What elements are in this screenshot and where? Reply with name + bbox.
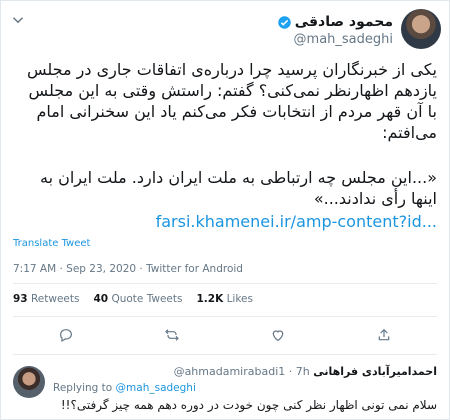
divider <box>13 354 437 355</box>
reply-author-handle[interactable]: @ahmadamirabadi1 <box>174 365 286 378</box>
divider <box>13 283 437 284</box>
tweet-actions <box>13 326 437 344</box>
tweet-text: یکی از خبرنگاران پرسید چرا درباره‌ی اتفا… <box>13 59 437 143</box>
author-name[interactable]: محمود صادقی <box>295 14 393 30</box>
share-icon[interactable] <box>376 327 392 343</box>
reply-header: احمدامیرآبادی فراهانی @ahmadamirabadi1 ·… <box>173 365 437 378</box>
author-name-row[interactable]: محمود صادقی <box>277 14 393 30</box>
author-handle[interactable]: @mah_sadeghi <box>277 32 393 47</box>
likes-count: 1.2K <box>196 293 224 305</box>
replying-to: Replying to @mah_sadeghi <box>53 382 196 394</box>
retweets-stat[interactable]: 93 Retweets <box>13 293 79 305</box>
retweet-icon[interactable] <box>164 327 180 343</box>
quote-line: «...این مجلس چه ارتباطی به ملت ایران دار… <box>39 168 437 187</box>
tweet-text-line: یازدهم اظهارنظر نمی‌کنی؟ گفتم: راستش وقت… <box>28 81 437 100</box>
quote-tweets-stat[interactable]: 40 Quote Tweets <box>93 293 182 305</box>
verified-badge-icon <box>277 15 291 29</box>
likes-label: Likes <box>226 293 253 305</box>
reply-author-avatar[interactable] <box>13 366 45 398</box>
quote-tweets-label: Quote Tweets <box>111 293 183 305</box>
retweets-label: Retweets <box>30 293 80 305</box>
divider <box>13 316 437 317</box>
like-icon[interactable] <box>270 327 286 343</box>
reply-icon[interactable] <box>58 327 74 343</box>
translate-tweet-link[interactable]: Translate Tweet <box>13 238 90 249</box>
likes-stat[interactable]: 1.2K Likes <box>196 293 253 305</box>
author-block: محمود صادقی @mah_sadeghi <box>277 11 393 47</box>
quote-line: اینها رأی ندادند...» <box>313 189 437 208</box>
tweet-stats: 93 Retweets 40 Quote Tweets 1.2K Likes <box>13 293 253 305</box>
replying-to-prefix: Replying to <box>53 382 113 394</box>
tweet-quote-text: «...این مجلس چه ارتباطی به ملت ایران دار… <box>13 167 437 209</box>
author-avatar[interactable] <box>401 9 441 49</box>
quote-tweets-count: 40 <box>93 293 109 305</box>
reply-text: سلام نمی تونی اظهار نظر کنی چون خودت در … <box>60 398 437 412</box>
tweet-timestamp[interactable]: 7:17 AM · Sep 23, 2020 · Twitter for And… <box>13 263 243 275</box>
replying-to-mention[interactable]: @mah_sadeghi <box>116 382 196 394</box>
retweets-count: 93 <box>13 293 28 305</box>
tweet-card: محمود صادقی @mah_sadeghi یکی از خبرنگارا… <box>0 0 450 420</box>
reply-time[interactable]: 7h <box>296 365 310 378</box>
tweet-link[interactable]: farsi.khamenei.ir/amp-content?id... <box>13 212 437 231</box>
reply-author-name[interactable]: احمدامیرآبادی فراهانی <box>313 365 437 378</box>
tweet-text-line: یکی از خبرنگاران پرسید چرا درباره‌ی اتفا… <box>26 60 437 79</box>
tweet-text-line: با آن قهر مردم از انتخابات فکر می‌کنم یا… <box>36 102 437 121</box>
tweet-text-line: می‌افتم: <box>382 123 437 142</box>
chevron-down-icon[interactable] <box>9 11 27 29</box>
